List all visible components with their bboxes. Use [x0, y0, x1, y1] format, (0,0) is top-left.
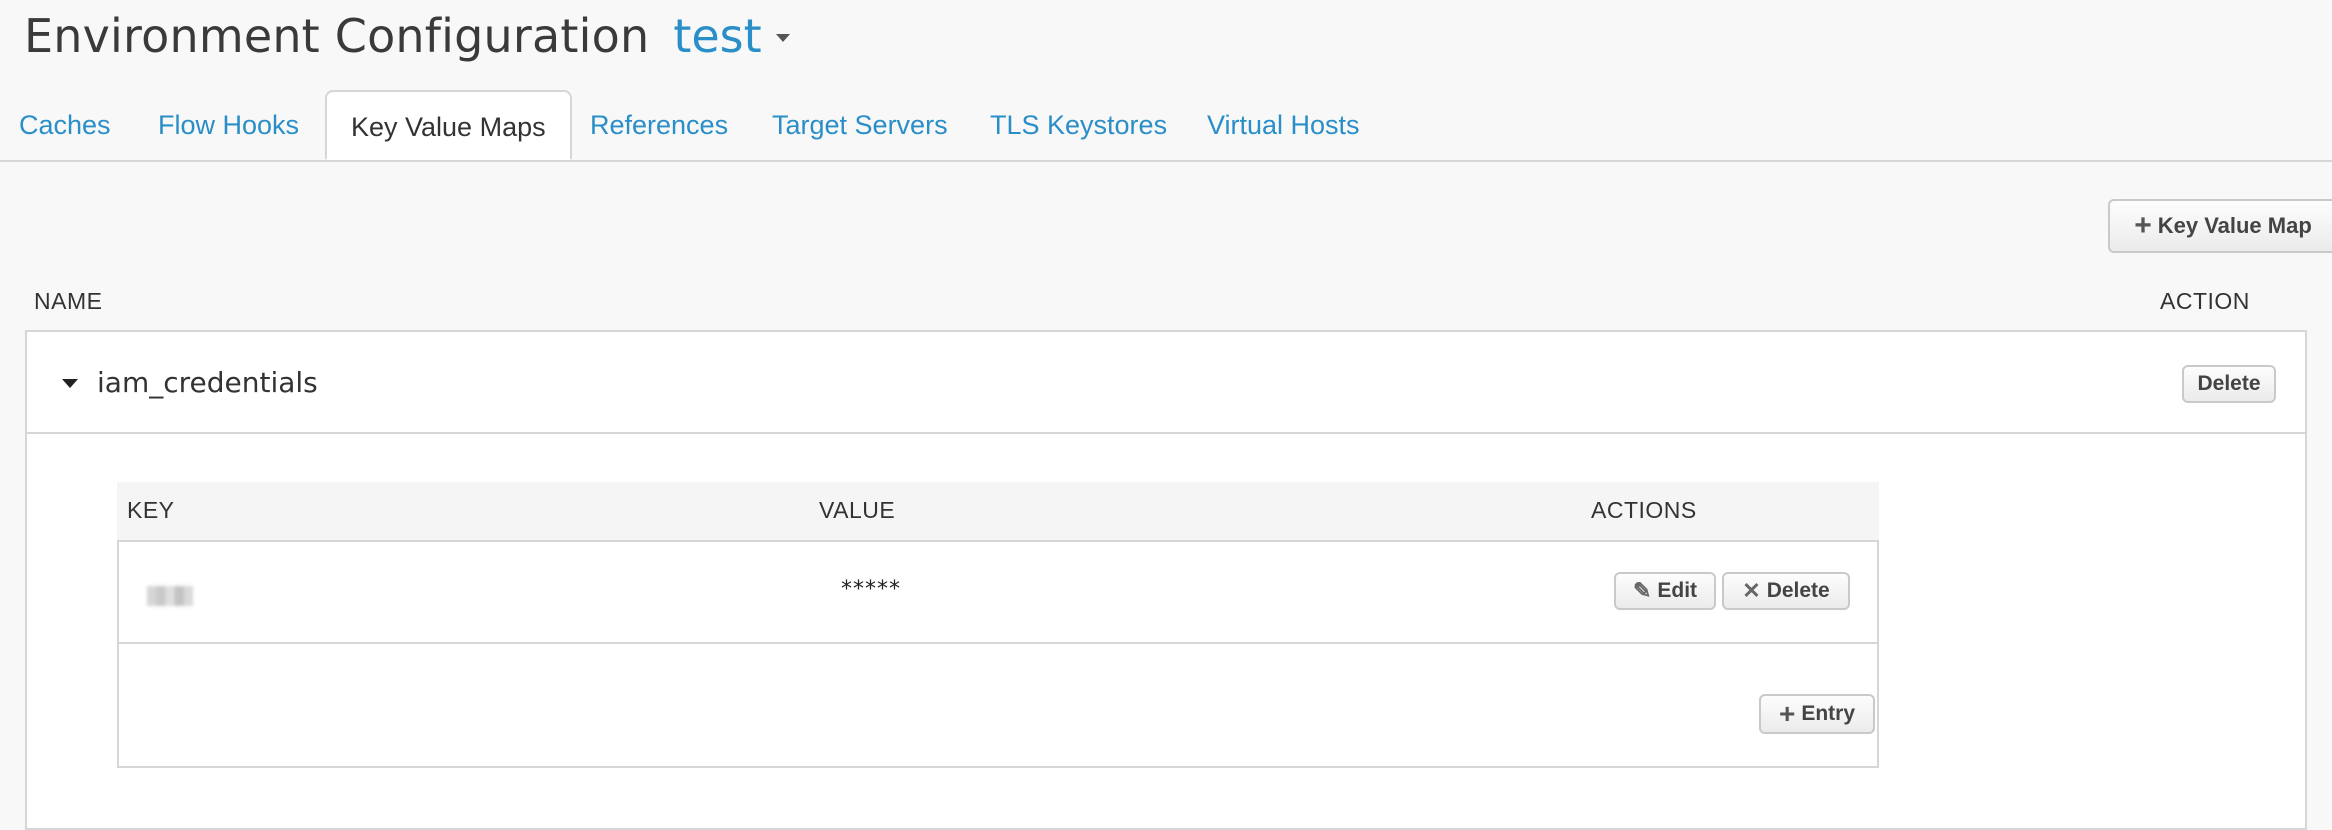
page-title: Environment Configuration [24, 9, 650, 63]
entry-value: ***** [841, 577, 901, 602]
delete-entry-label: Delete [1766, 579, 1830, 602]
close-icon: ✕ [1742, 578, 1761, 603]
add-key-value-map-button[interactable]: + Key Value Map [2108, 199, 2332, 253]
kvm-table: iam_credentials Delete KEY VALUE ACTIONS… [25, 330, 2307, 830]
add-entry-button[interactable]: + Entry [1759, 694, 1875, 734]
add-key-value-map-label: Key Value Map [2157, 213, 2312, 238]
caret-down-icon[interactable] [775, 34, 790, 42]
edit-entry-label: Edit [1657, 579, 1698, 602]
entries-table: ***** ✎ Edit ✕ Delete + Entry [117, 540, 1879, 768]
entries-table-header: KEY VALUE ACTIONS [117, 482, 1879, 540]
plus-icon: + [2134, 209, 2152, 242]
pencil-icon: ✎ [1632, 578, 1652, 603]
plus-icon: + [1778, 698, 1796, 729]
kvm-name[interactable]: iam_credentials [97, 366, 318, 399]
tab-tls-keystores[interactable]: TLS Keystores [990, 90, 1167, 160]
environment-name[interactable]: test [673, 9, 761, 63]
actions-column-header: ACTIONS [1591, 497, 1697, 523]
page-header: Environment Configuration test [24, 6, 790, 66]
tab-target-servers[interactable]: Target Servers [772, 90, 948, 160]
name-column-header: NAME [34, 288, 103, 314]
entry-row: ***** ✎ Edit ✕ Delete [119, 542, 1877, 644]
tab-caches[interactable]: Caches [19, 90, 111, 160]
caret-down-icon[interactable] [62, 379, 78, 388]
tab-virtual-hosts[interactable]: Virtual Hosts [1207, 90, 1360, 160]
key-column-header: KEY [127, 497, 175, 523]
environment-selector[interactable]: test [673, 9, 790, 63]
page: Environment Configuration test Caches Fl… [0, 0, 2332, 830]
action-column-header: ACTION [2160, 288, 2250, 314]
delete-entry-button[interactable]: ✕ Delete [1722, 572, 1850, 610]
edit-entry-button[interactable]: ✎ Edit [1614, 572, 1716, 610]
entry-key-redacted [147, 586, 193, 606]
tab-key-value-maps[interactable]: Key Value Maps [325, 90, 572, 160]
kvm-row: iam_credentials Delete [27, 332, 2305, 434]
tab-bar: Caches Flow Hooks Key Value Maps Referen… [0, 90, 2332, 162]
tab-references[interactable]: References [590, 90, 728, 160]
add-entry-label: Entry [1801, 702, 1856, 725]
tab-flow-hooks[interactable]: Flow Hooks [158, 90, 299, 160]
value-column-header: VALUE [819, 497, 896, 523]
delete-kvm-button[interactable]: Delete [2182, 365, 2276, 403]
